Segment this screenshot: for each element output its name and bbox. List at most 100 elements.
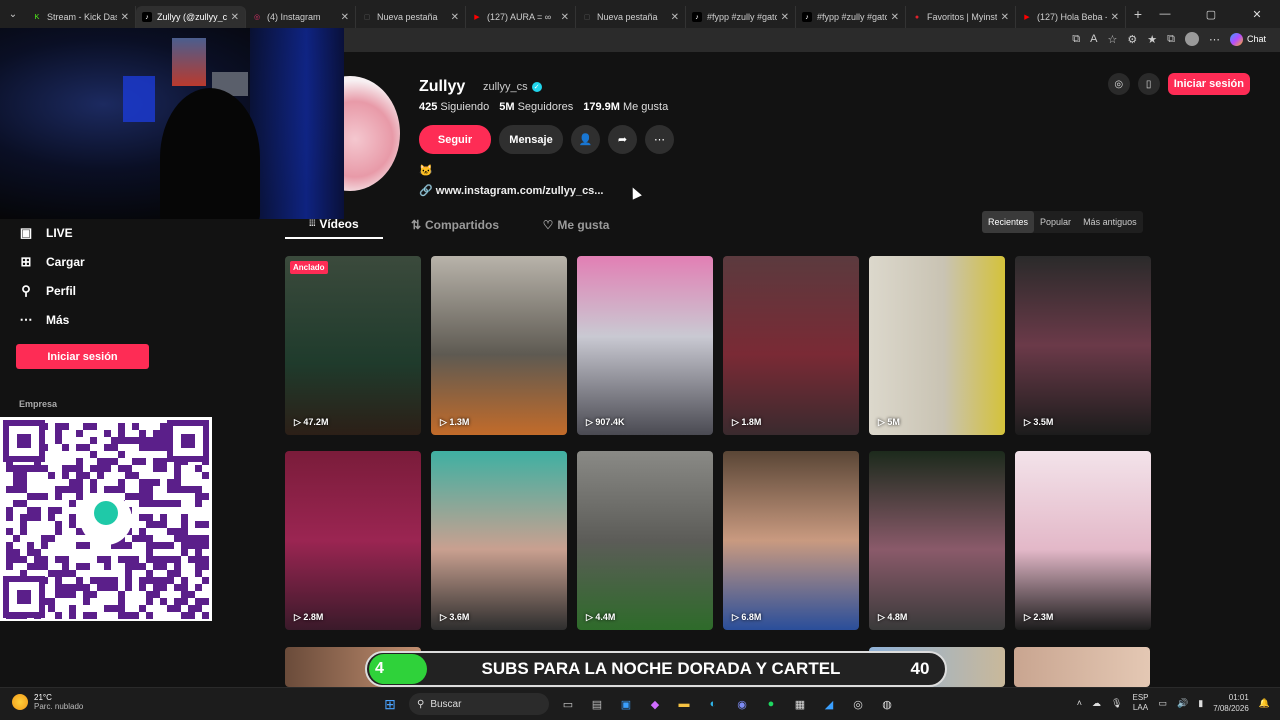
video-card[interactable]: ▷ 4.8M <box>869 451 1005 630</box>
tab-actions-menu-icon[interactable]: ⌄ <box>0 0 26 28</box>
start-icon[interactable]: ⊞ <box>380 694 400 714</box>
close-window-icon[interactable]: ✕ <box>1234 0 1280 28</box>
store-icon[interactable]: ▣ <box>616 694 636 714</box>
video-card[interactable]: ▷ 2.3M <box>1015 451 1151 630</box>
close-tab-icon[interactable]: ✕ <box>671 12 679 23</box>
video-card[interactable]: ▷ 6.8M <box>723 451 859 630</box>
browser-tab[interactable]: ♪ #fypp #zully #gatch ✕ <box>796 6 906 28</box>
tab-reposts[interactable]: ⇅ Compartidos <box>383 210 527 239</box>
browser-tab[interactable]: K Stream - Kick Dashb ✕ <box>26 6 136 28</box>
video-card[interactable]: ▷ 1.3M <box>431 256 567 435</box>
task-view-icon[interactable]: ▭ <box>558 694 578 714</box>
video-card[interactable] <box>1014 647 1150 687</box>
following-stat[interactable]: 425 Siguiendo <box>419 101 489 113</box>
favorite-star-icon[interactable]: ☆ <box>1108 33 1118 46</box>
video-card[interactable]: ▷ 4.4M <box>577 451 713 630</box>
volume-icon[interactable]: 🔊 <box>1177 698 1188 709</box>
video-card[interactable]: Anclado ▷ 47.2M <box>285 256 421 435</box>
browser-tab[interactable]: ▢ Nueva pestaña ✕ <box>576 6 686 28</box>
video-card[interactable]: ▷ 1.8M <box>723 256 859 435</box>
add-friend-icon[interactable]: 👤 <box>571 125 600 154</box>
read-aloud-icon[interactable]: A <box>1090 33 1097 45</box>
app-icon[interactable]: ◢ <box>819 694 839 714</box>
network-icon[interactable]: ▭ <box>1159 698 1168 709</box>
browser-tab[interactable]: ▢ Nueva pestaña ✕ <box>356 6 466 28</box>
close-tab-icon[interactable]: ✕ <box>121 12 129 23</box>
sidebar-item-live[interactable]: ▣ LIVE <box>18 225 73 241</box>
file-explorer-icon[interactable]: ▬ <box>674 694 694 714</box>
video-card[interactable]: ▷ 3.6M <box>431 451 567 630</box>
spotify-icon[interactable]: ● <box>761 694 781 714</box>
sidebar-item-more[interactable]: ⋯ Más <box>18 312 70 328</box>
obs-icon[interactable]: ◎ <box>848 694 868 714</box>
video-card[interactable]: ▷ 3.5M <box>1015 256 1151 435</box>
close-tab-icon[interactable]: ✕ <box>451 12 459 23</box>
notifications-icon[interactable]: 🔔 <box>1259 698 1270 709</box>
close-tab-icon[interactable]: ✕ <box>1001 12 1009 23</box>
copilot-taskbar-icon[interactable]: ◆ <box>645 694 665 714</box>
profile-link[interactable]: 🔗 www.instagram.com/zullyy_cs... <box>419 184 603 197</box>
tab-favicon-icon: ♪ <box>802 12 812 22</box>
browser-tab[interactable]: ♪ Zullyy (@zullyy_cs) | ✕ <box>136 6 246 28</box>
weather-widget[interactable]: 21°C Parc. nublado <box>12 693 83 711</box>
close-tab-icon[interactable]: ✕ <box>341 12 349 23</box>
chevron-up-icon[interactable]: ˄ <box>1077 698 1082 708</box>
share-icon[interactable]: ➦ <box>608 125 637 154</box>
taskbar-search[interactable]: ⚲ Buscar <box>409 693 549 715</box>
mic-icon[interactable]: 🎙 <box>1111 698 1122 709</box>
video-card[interactable]: ▷ 2.8M <box>285 451 421 630</box>
close-tab-icon[interactable]: ✕ <box>1111 12 1119 23</box>
tab-favicon-icon: ▢ <box>583 14 591 21</box>
weather-condition: Parc. nublado <box>34 702 84 711</box>
sort-recent[interactable]: Recientes <box>982 211 1035 233</box>
tab-title: Nueva pestaña <box>377 12 438 22</box>
sidebar-item-profile[interactable]: ⚲ Perfil <box>18 283 76 299</box>
maximize-icon[interactable]: ▢ <box>1188 0 1234 28</box>
follow-button[interactable]: Seguir <box>419 125 491 154</box>
cloud-icon[interactable]: ☁ <box>1092 698 1101 709</box>
browser-tab[interactable]: ▶ (127) AURA = ∞ ✕ <box>466 6 576 28</box>
minimize-icon[interactable]: — <box>1142 0 1188 28</box>
video-card[interactable]: ▷ 907.4K <box>577 256 713 435</box>
app-icon[interactable]: ⧉ <box>1072 33 1080 46</box>
more-options-icon[interactable]: ⋯ <box>1209 33 1220 46</box>
device-icon[interactable]: ▯ <box>1137 73 1160 95</box>
video-card[interactable]: ▷ 5M <box>869 256 1005 435</box>
browser-tab[interactable]: ◎ (4) Instagram ✕ <box>246 6 356 28</box>
notepad-icon[interactable]: ▦ <box>790 694 810 714</box>
header-login-button[interactable]: Iniciar sesión <box>1167 73 1250 95</box>
profile-actions: Seguir Mensaje 👤 ➦ ⋯ <box>419 125 674 154</box>
discord-icon[interactable]: ◉ <box>732 694 752 714</box>
tab-videos[interactable]: ⦙⦙⦙ Vídeos <box>285 210 383 239</box>
close-tab-icon[interactable]: ✕ <box>781 12 789 23</box>
sidebar-item-upload[interactable]: ⊞ Cargar <box>18 254 85 270</box>
browser-tab[interactable]: ▶ (127) Hola Beba - Yo ✕ <box>1016 6 1126 28</box>
message-button[interactable]: Mensaje <box>499 125 563 154</box>
close-tab-icon[interactable]: ✕ <box>561 12 569 23</box>
edge-icon[interactable]: ◐ <box>703 694 723 714</box>
tab-title: Favoritos | Myinstan <box>927 12 997 22</box>
extensions-icon[interactable]: ⚙ <box>1127 33 1137 46</box>
coins-icon[interactable]: ◎ <box>1107 73 1130 95</box>
browser-tab[interactable]: ♪ #fypp #zully #gatch ✕ <box>686 6 796 28</box>
battery-icon[interactable]: ▮ <box>1198 698 1203 709</box>
profile-tabs: ⦙⦙⦙ Vídeos ⇅ Compartidos ♡ Me gusta <box>285 210 625 239</box>
close-tab-icon[interactable]: ✕ <box>891 12 899 23</box>
close-tab-icon[interactable]: ✕ <box>231 12 239 23</box>
more-options-icon[interactable]: ⋯ <box>645 125 674 154</box>
tab-title: Nueva pestaña <box>597 12 658 22</box>
profile-avatar-icon[interactable] <box>1184 32 1199 46</box>
copilot-chat-button[interactable]: Chat <box>1229 32 1266 46</box>
sort-popular[interactable]: Popular <box>1034 211 1077 233</box>
followers-stat[interactable]: 5M Seguidores <box>499 101 573 113</box>
collections-icon[interactable]: ⧉ <box>1167 33 1175 46</box>
language-indicator[interactable]: ESP LAA <box>1132 693 1148 713</box>
browser-tab[interactable]: ● Favoritos | Myinstan ✕ <box>906 6 1016 28</box>
tab-liked[interactable]: ♡ Me gusta <box>527 210 625 239</box>
favorites-icon[interactable]: ★ <box>1147 33 1157 46</box>
sort-oldest[interactable]: Más antiguos <box>1077 211 1143 233</box>
recording-app-icon[interactable]: ◍ <box>877 694 897 714</box>
widgets-icon[interactable]: ▤ <box>587 694 607 714</box>
sidebar-login-button[interactable]: Iniciar sesión <box>16 344 149 369</box>
clock[interactable]: 01:01 7/08/2026 <box>1213 692 1249 714</box>
